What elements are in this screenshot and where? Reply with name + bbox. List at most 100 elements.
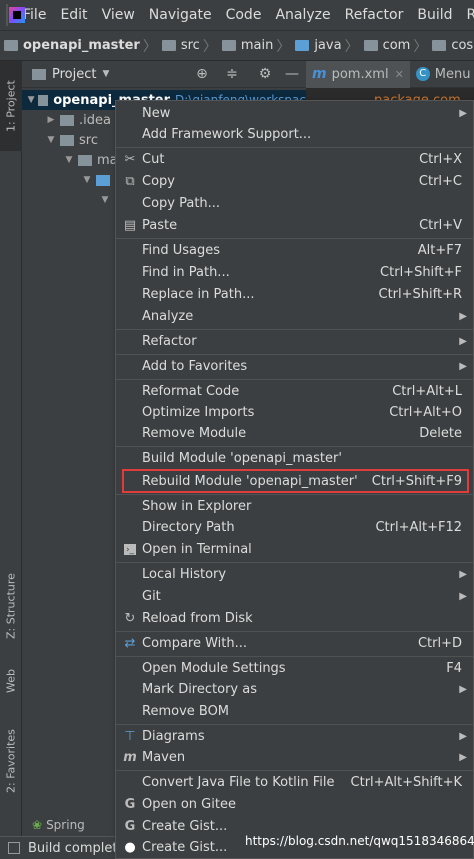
close-icon[interactable]: ✕ bbox=[395, 68, 404, 81]
menu-item-compare-with[interactable]: ⇄ Compare With... Ctrl+D bbox=[116, 633, 473, 654]
menu-separator bbox=[116, 329, 473, 330]
menu-item-reload-from-disk[interactable]: ↻ Reload from Disk bbox=[116, 608, 473, 629]
tab-web[interactable]: Web bbox=[0, 656, 22, 706]
reload-icon: ↻ bbox=[124, 611, 136, 626]
menu-item-add-to-favorites[interactable]: Add to Favorites ▶ bbox=[116, 356, 473, 377]
menu-item-replace-in-path[interactable]: Replace in Path... Ctrl+Shift+R bbox=[116, 284, 473, 305]
menu-item-copy[interactable]: ⧉ Copy Ctrl+C bbox=[116, 171, 473, 192]
expand-triangle-icon[interactable]: ▼ bbox=[98, 195, 112, 205]
submenu-arrow-icon: ▶ bbox=[459, 591, 467, 602]
menu-edit[interactable]: Edit bbox=[53, 7, 94, 23]
menu-item-add-framework-support[interactable]: Add Framework Support... bbox=[116, 124, 473, 145]
submenu-arrow-icon: ▶ bbox=[459, 752, 467, 763]
menu-item-optimize-imports[interactable]: Optimize Imports Ctrl+Alt+O bbox=[116, 402, 473, 423]
menu-view[interactable]: View bbox=[95, 7, 142, 23]
expand-triangle-icon[interactable]: ▼ bbox=[44, 135, 58, 145]
breadcrumb-item[interactable]: java bbox=[291, 38, 343, 53]
collapse-triangle-icon[interactable]: ▶ bbox=[44, 115, 58, 125]
menu-item-remove-module[interactable]: Remove Module Delete bbox=[116, 423, 473, 444]
folder-icon bbox=[4, 40, 18, 51]
breadcrumb-item[interactable]: openapi_master bbox=[0, 38, 142, 53]
menu-item-directory-path[interactable]: Directory Path Ctrl+Alt+F12 bbox=[116, 517, 473, 538]
menu-item-find-usages[interactable]: Find Usages Alt+F7 bbox=[116, 240, 473, 261]
menu-item-find-in-path[interactable]: Find in Path... Ctrl+Shift+F bbox=[116, 262, 473, 283]
menu-item-reformat-code[interactable]: Reformat Code Ctrl+Alt+L bbox=[116, 381, 473, 402]
menu-item-build-module[interactable]: Build Module 'openapi_master' bbox=[116, 448, 473, 469]
intellij-logo-icon bbox=[6, 4, 25, 26]
menu-item-open-on-gitee[interactable]: G Open on Gitee bbox=[116, 794, 473, 815]
tab-menu[interactable]: C Menu bbox=[410, 61, 474, 88]
folder-icon bbox=[161, 40, 176, 51]
menu-separator bbox=[116, 724, 473, 725]
class-icon: C bbox=[415, 67, 430, 81]
highlight-annotation-box bbox=[122, 469, 469, 493]
menu-build[interactable]: Build bbox=[410, 7, 459, 23]
tab-favorites[interactable]: 2: Favorites bbox=[0, 716, 22, 806]
menu-item-new[interactable]: New ▶ bbox=[116, 103, 473, 124]
menu-item-local-history[interactable]: Local History ▶ bbox=[116, 564, 473, 585]
scissors-icon: ✂ bbox=[124, 152, 136, 167]
menu-separator bbox=[116, 770, 473, 771]
locate-icon[interactable]: ⊕ bbox=[194, 66, 210, 82]
project-toolbar: Project ▼ ⊕ ≑ ⚙ — bbox=[22, 61, 306, 88]
collapse-icon[interactable]: ≑ bbox=[224, 66, 240, 82]
gear-icon[interactable]: ⚙ bbox=[257, 66, 273, 82]
menu-separator bbox=[116, 238, 473, 239]
breadcrumb-item[interactable]: main bbox=[218, 38, 275, 53]
menu-item-paste[interactable]: ▤ Paste Ctrl+V bbox=[116, 215, 473, 236]
menu-item-open-module-settings[interactable]: Open Module Settings F4 bbox=[116, 658, 473, 679]
submenu-arrow-icon: ▶ bbox=[459, 569, 467, 580]
menu-item-maven[interactable]: m Maven ▶ bbox=[116, 747, 473, 768]
submenu-arrow-icon: ▶ bbox=[459, 311, 467, 322]
maven-icon: m bbox=[123, 750, 137, 765]
chevron-down-icon[interactable]: ▼ bbox=[102, 69, 109, 79]
menu-code[interactable]: Code bbox=[219, 7, 269, 23]
menu-item-analyze[interactable]: Analyze ▶ bbox=[116, 306, 473, 327]
menu-item-remove-bom[interactable]: Remove BOM bbox=[116, 701, 473, 722]
watermark-text: https://blog.csdn.net/qwq1518346864 bbox=[245, 834, 474, 848]
chevron-right-icon: 〉 bbox=[202, 38, 217, 55]
folder-icon bbox=[363, 40, 378, 51]
menu-item-refactor[interactable]: Refactor ▶ bbox=[116, 331, 473, 352]
tab-structure[interactable]: Z: Structure bbox=[0, 561, 22, 651]
menu-item-convert-to-kotlin[interactable]: Convert Java File to Kotlin File Ctrl+Alt… bbox=[116, 772, 473, 793]
github-icon: ● bbox=[124, 840, 136, 855]
breadcrumb-item[interactable]: src bbox=[158, 38, 202, 53]
menu-item-diagrams[interactable]: ⊤ Diagrams ▶ bbox=[116, 726, 473, 747]
menu-run[interactable]: Run bbox=[460, 7, 474, 23]
menu-item-cut[interactable]: ✂ Cut Ctrl+X bbox=[116, 149, 473, 170]
folder-icon bbox=[60, 114, 74, 126]
folder-icon bbox=[60, 134, 74, 146]
chevron-right-icon: 〉 bbox=[344, 38, 359, 55]
gitee-icon: G bbox=[124, 819, 136, 834]
menu-item-open-in-terminal[interactable]: ›_ Open in Terminal bbox=[116, 539, 473, 560]
menu-navigate[interactable]: Navigate bbox=[142, 7, 219, 23]
menu-item-copy-path[interactable]: Copy Path... bbox=[116, 193, 473, 214]
menu-item-mark-directory-as[interactable]: Mark Directory as ▶ bbox=[116, 679, 473, 700]
menu-analyze[interactable]: Analyze bbox=[268, 7, 337, 23]
folder-icon bbox=[221, 40, 236, 51]
expand-triangle-icon[interactable]: ▼ bbox=[62, 155, 76, 165]
submenu-arrow-icon: ▶ bbox=[459, 684, 467, 695]
menu-item-show-in-explorer[interactable]: Show in Explorer bbox=[116, 496, 473, 517]
paste-icon: ▤ bbox=[123, 218, 137, 233]
project-view-selector[interactable]: Project bbox=[52, 67, 96, 82]
expand-triangle-icon[interactable]: ▼ bbox=[80, 175, 94, 185]
context-menu: New ▶ Add Framework Support... ✂ Cut Ctrl+X… bbox=[115, 100, 474, 859]
minimize-icon[interactable]: — bbox=[284, 66, 300, 82]
chevron-right-icon: 〉 bbox=[413, 38, 428, 55]
source-folder-icon bbox=[96, 174, 110, 186]
menu-separator bbox=[116, 354, 473, 355]
compare-icon: ⇄ bbox=[124, 636, 136, 651]
expand-triangle-icon[interactable]: ▼ bbox=[26, 95, 36, 105]
status-toggle-icon[interactable] bbox=[8, 842, 20, 854]
menu-item-git[interactable]: Git ▶ bbox=[116, 586, 473, 607]
tab-pom-xml[interactable]: m pom.xml ✕ bbox=[306, 60, 410, 88]
folder-icon bbox=[432, 40, 447, 51]
menu-refactor[interactable]: Refactor bbox=[338, 7, 411, 23]
tab-project[interactable]: 1: Project bbox=[0, 61, 22, 151]
submenu-arrow-icon: ▶ bbox=[459, 108, 467, 119]
breadcrumb-item[interactable]: com bbox=[360, 38, 413, 53]
tab-spring[interactable]: Spring bbox=[46, 818, 85, 832]
breadcrumb-item[interactable]: cos bbox=[428, 38, 474, 53]
